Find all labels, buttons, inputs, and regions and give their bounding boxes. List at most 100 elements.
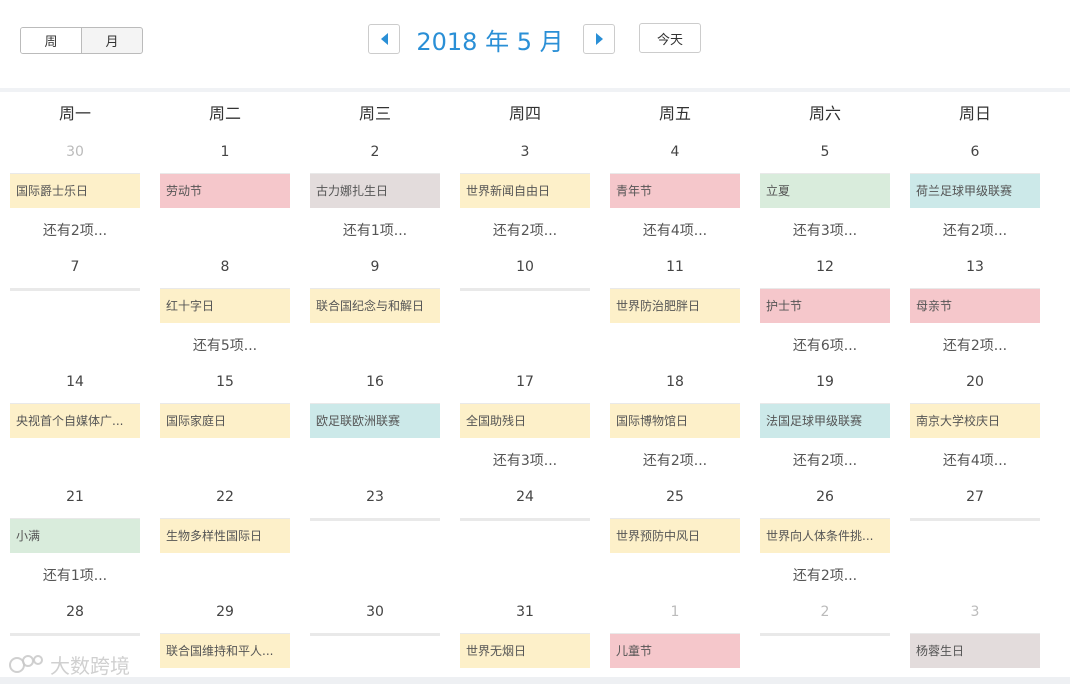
day-number[interactable]: 30	[310, 604, 440, 620]
day-number[interactable]: 5	[760, 144, 890, 160]
previous-month-button[interactable]	[368, 24, 400, 54]
day-number[interactable]: 13	[910, 259, 1040, 275]
day-number[interactable]: 1	[610, 604, 740, 620]
day-number[interactable]: 3	[910, 604, 1040, 620]
weekday-label: 周六	[808, 104, 841, 123]
day-number[interactable]: 8	[160, 259, 290, 275]
day-number[interactable]: 30	[10, 144, 140, 160]
day-divider	[310, 633, 440, 636]
calendar-event[interactable]: 联合国维持和平人...	[160, 634, 290, 668]
more-events-link[interactable]: 还有1项...	[310, 220, 440, 240]
day-number[interactable]: 19	[760, 374, 890, 390]
day-number[interactable]: 1	[160, 144, 290, 160]
day-number[interactable]: 24	[460, 489, 590, 505]
week-view-button[interactable]: 周	[21, 28, 81, 53]
more-events-link[interactable]: 还有2项...	[910, 335, 1040, 355]
more-events-link[interactable]: 还有2项...	[760, 450, 890, 470]
calendar-event[interactable]: 世界新闻自由日	[460, 174, 590, 208]
weekday-label: 周四	[508, 104, 541, 123]
weekday-label: 周五	[658, 104, 691, 123]
calendar-event[interactable]: 南京大学校庆日	[910, 404, 1040, 438]
day-number[interactable]: 11	[610, 259, 740, 275]
calendar-event[interactable]: 法国足球甲级联赛	[760, 404, 890, 438]
calendar-event[interactable]: 世界防治肥胖日	[610, 289, 740, 323]
day-number[interactable]: 25	[610, 489, 740, 505]
day-number[interactable]: 12	[760, 259, 890, 275]
day-number[interactable]: 20	[910, 374, 1040, 390]
calendar-event[interactable]: 生物多样性国际日	[160, 519, 290, 553]
day-divider	[760, 633, 890, 636]
calendar-event[interactable]: 青年节	[610, 174, 740, 208]
calendar-event[interactable]: 世界向人体条件挑...	[760, 519, 890, 553]
chevron-left-icon	[380, 33, 388, 45]
watermark-icon	[9, 655, 43, 673]
day-number[interactable]: 3	[460, 144, 590, 160]
day-divider	[460, 518, 590, 521]
weekday-label: 周三	[358, 104, 391, 123]
day-number[interactable]: 28	[10, 604, 140, 620]
calendar-event[interactable]: 国际博物馆日	[610, 404, 740, 438]
day-number[interactable]: 27	[910, 489, 1040, 505]
calendar-event[interactable]: 荷兰足球甲级联赛	[910, 174, 1040, 208]
more-events-link[interactable]: 还有3项...	[760, 220, 890, 240]
calendar-event[interactable]: 国际家庭日	[160, 404, 290, 438]
today-button[interactable]: 今天	[639, 23, 701, 53]
calendar-event[interactable]: 红十字日	[160, 289, 290, 323]
calendar-event[interactable]: 护士节	[760, 289, 890, 323]
day-number[interactable]: 7	[10, 259, 140, 275]
calendar-event[interactable]: 国际爵士乐日	[10, 174, 140, 208]
day-number[interactable]: 4	[610, 144, 740, 160]
calendar-event[interactable]: 立夏	[760, 174, 890, 208]
day-number[interactable]: 22	[160, 489, 290, 505]
day-number[interactable]: 18	[610, 374, 740, 390]
day-number[interactable]: 10	[460, 259, 590, 275]
more-events-link[interactable]: 还有2项...	[460, 220, 590, 240]
calendar-event[interactable]: 劳动节	[160, 174, 290, 208]
more-events-link[interactable]: 还有5项...	[160, 335, 290, 355]
calendar-event[interactable]: 母亲节	[910, 289, 1040, 323]
next-month-button[interactable]	[583, 24, 615, 54]
calendar-event[interactable]: 全国助残日	[460, 404, 590, 438]
day-number[interactable]: 15	[160, 374, 290, 390]
view-toggle: 周 月	[20, 27, 143, 54]
day-divider	[310, 518, 440, 521]
calendar-event[interactable]: 小满	[10, 519, 140, 553]
day-number[interactable]: 29	[160, 604, 290, 620]
day-number[interactable]: 2	[310, 144, 440, 160]
day-divider	[460, 288, 590, 291]
more-events-link[interactable]: 还有2项...	[610, 450, 740, 470]
more-events-link[interactable]: 还有2项...	[910, 220, 1040, 240]
footer-divider	[0, 677, 1070, 684]
day-divider	[10, 288, 140, 291]
calendar-event[interactable]: 世界无烟日	[460, 634, 590, 668]
calendar-event[interactable]: 古力娜扎生日	[310, 174, 440, 208]
day-number[interactable]: 26	[760, 489, 890, 505]
more-events-link[interactable]: 还有3项...	[460, 450, 590, 470]
more-events-link[interactable]: 还有1项...	[10, 565, 140, 585]
day-number[interactable]: 6	[910, 144, 1040, 160]
calendar-event[interactable]: 欧足联欧洲联赛	[310, 404, 440, 438]
header-divider	[0, 88, 1070, 92]
calendar-event[interactable]: 联合国纪念与和解日	[310, 289, 440, 323]
day-number[interactable]: 17	[460, 374, 590, 390]
day-number[interactable]: 16	[310, 374, 440, 390]
weekday-label: 周日	[958, 104, 991, 123]
more-events-link[interactable]: 还有6项...	[760, 335, 890, 355]
calendar-event[interactable]: 世界预防中风日	[610, 519, 740, 553]
day-number[interactable]: 9	[310, 259, 440, 275]
calendar-event[interactable]: 儿童节	[610, 634, 740, 668]
more-events-link[interactable]: 还有4项...	[910, 450, 1040, 470]
more-events-link[interactable]: 还有2项...	[760, 565, 890, 585]
day-number[interactable]: 14	[10, 374, 140, 390]
calendar-event[interactable]: 央视首个自媒体广...	[10, 404, 140, 438]
month-view-button[interactable]: 月	[81, 28, 142, 53]
day-number[interactable]: 31	[460, 604, 590, 620]
calendar-event[interactable]: 杨蓉生日	[910, 634, 1040, 668]
day-number[interactable]: 2	[760, 604, 890, 620]
more-events-link[interactable]: 还有4项...	[610, 220, 740, 240]
day-divider	[10, 633, 140, 636]
day-number[interactable]: 23	[310, 489, 440, 505]
day-number[interactable]: 21	[10, 489, 140, 505]
watermark-text: 大数跨境	[50, 653, 130, 678]
more-events-link[interactable]: 还有2项...	[10, 220, 140, 240]
